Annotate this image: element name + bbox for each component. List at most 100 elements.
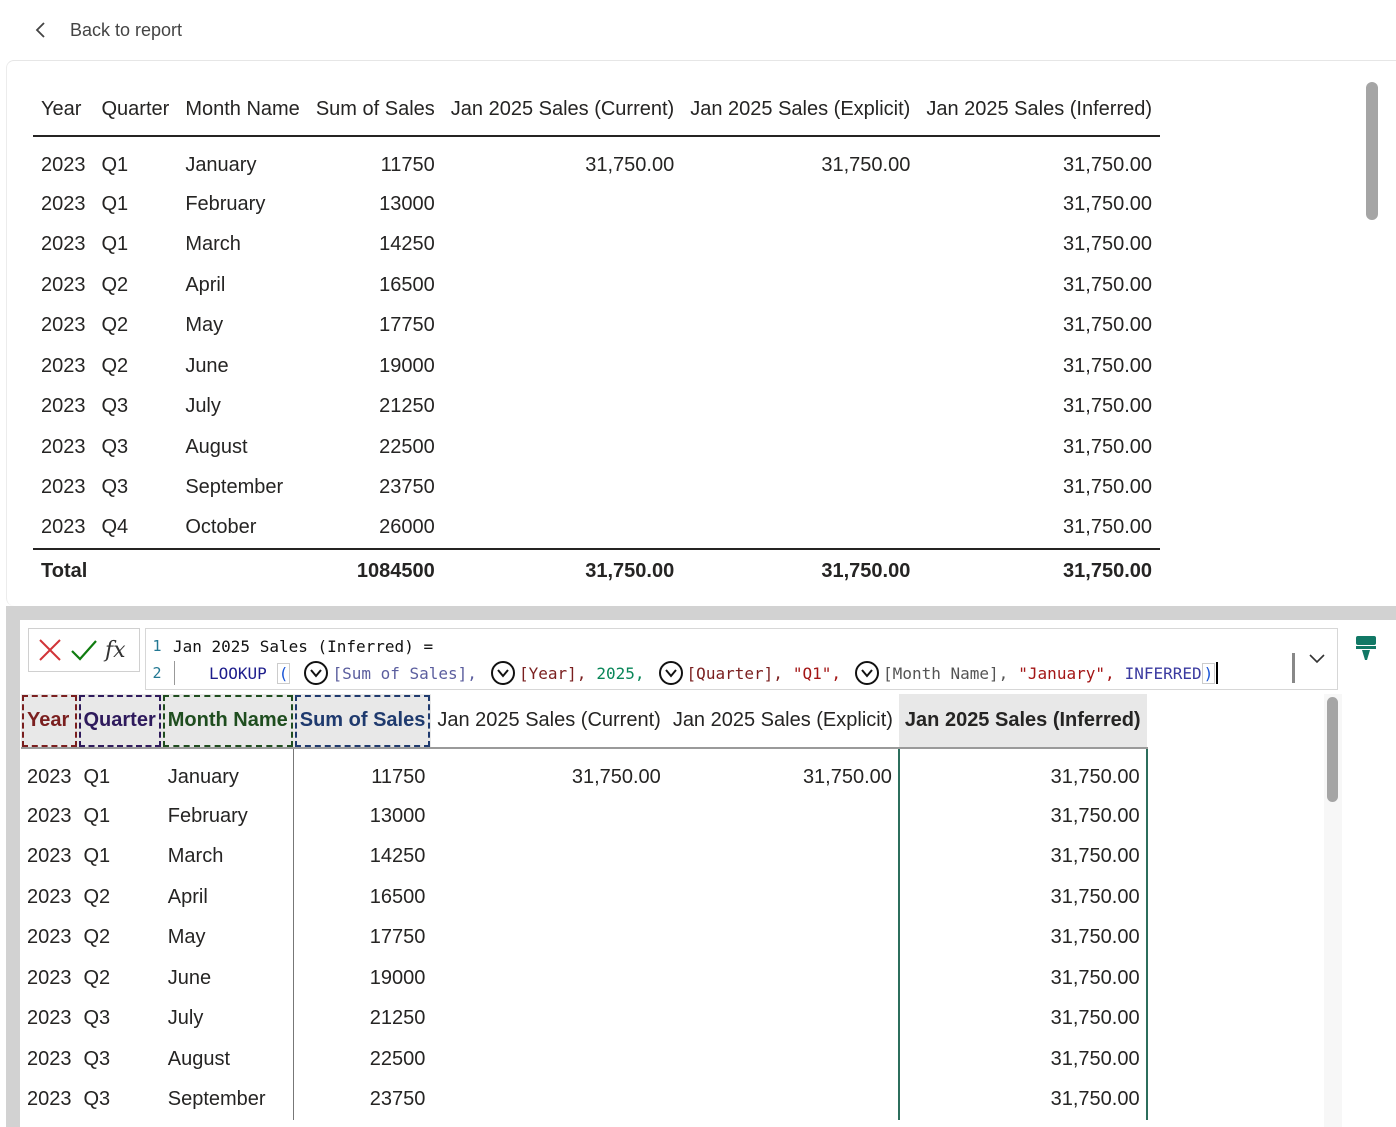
table-cell[interactable]: 31,750.00 [918,184,1160,225]
table-cell[interactable] [667,918,899,959]
table-cell[interactable]: 2023 [33,387,94,428]
table-cell[interactable]: 31,750.00 [897,998,1148,1039]
table-cell[interactable]: 14250 [308,225,443,266]
model-col-header-quarter[interactable]: Quarter [77,694,162,749]
table-cell[interactable] [667,796,899,837]
table-cell[interactable] [682,265,918,306]
table-cell[interactable]: 2023 [33,306,94,347]
table-cell[interactable]: February [177,184,308,225]
table-cell[interactable] [431,796,666,837]
table-cell[interactable]: 22500 [308,427,443,468]
table-cell[interactable]: 16500 [308,265,443,306]
table-cell[interactable]: 31,750.00 [897,877,1148,918]
table-cell[interactable] [682,468,918,509]
table-cell[interactable] [443,468,682,509]
table-cell[interactable]: October [177,508,308,549]
chevron-down-circle-icon[interactable] [304,661,329,685]
col-header-month-name[interactable]: Month Name [177,84,308,137]
table-cell[interactable]: 31,750.00 [918,136,1160,184]
table-cell[interactable] [667,958,899,999]
table-cell[interactable]: 31,750.00 [897,917,1148,958]
model-col-header-month-name[interactable]: Month Name [161,694,294,749]
table-cell[interactable] [431,877,666,918]
expand-formula-button[interactable] [1285,632,1335,688]
table-cell[interactable]: 31,750.00 [897,1039,1148,1080]
fx-icon[interactable]: fx [102,634,134,666]
table-cell[interactable]: 11750 [294,748,432,796]
table-cell[interactable]: Q3 [78,999,162,1040]
table-cell[interactable]: 2023 [21,999,78,1040]
table-cell[interactable]: Q4 [94,508,178,549]
table-cell[interactable]: 2023 [21,748,78,796]
table-cell[interactable]: 13000 [308,184,443,225]
chevron-down-circle-icon[interactable] [658,661,683,685]
table-cell[interactable]: Q1 [78,748,162,796]
table-cell[interactable]: 31,750.00 [918,427,1160,468]
table-cell[interactable] [682,225,918,266]
table-cell[interactable]: 31,750.00 [918,387,1160,428]
model-col-header-sum-of-sales[interactable]: Sum of Sales [293,694,432,749]
table-cell[interactable] [443,427,682,468]
col-header-jan-2025-current[interactable]: Jan 2025 Sales (Current) [442,84,683,137]
paint-brush-icon[interactable] [1352,633,1382,663]
table-cell[interactable] [431,837,666,878]
table-cell[interactable]: 2023 [33,265,94,306]
table-cell[interactable] [443,306,682,347]
table-cell[interactable] [443,508,682,549]
table-cell[interactable]: 31,750.00 [667,748,899,796]
table-cell[interactable]: 2023 [33,508,94,549]
table-cell[interactable]: 31,750.00 [918,225,1160,266]
table-cell[interactable]: Q2 [78,877,162,918]
table-cell[interactable]: June [161,958,295,999]
table-cell[interactable]: 2023 [21,837,78,878]
model-col-header-jan-2025-current[interactable]: Jan 2025 Sales (Current) [431,694,667,749]
table-cell[interactable]: Q3 [78,1080,162,1121]
table-cell[interactable] [443,387,682,428]
back-to-report-link[interactable]: Back to report [30,14,182,46]
table-cell[interactable]: 31,750.00 [918,468,1160,509]
table-cell[interactable]: Q2 [94,306,178,347]
table-cell[interactable] [443,184,682,225]
table-cell[interactable]: Q2 [78,958,162,999]
table-cell[interactable]: April [161,877,295,918]
table-cell[interactable]: 2023 [21,958,78,999]
table-cell[interactable]: Q3 [94,468,178,509]
table-cell[interactable]: 2023 [21,796,78,837]
table-cell[interactable]: 22500 [294,1039,432,1080]
table-cell[interactable]: 2023 [21,918,78,959]
table-cell[interactable]: July [161,998,295,1039]
table-cell[interactable]: July [177,387,308,428]
table-cell[interactable]: 19000 [294,958,432,999]
table-cell[interactable]: 26000 [308,508,443,549]
table-cell[interactable]: 2023 [21,1039,78,1080]
table-cell[interactable]: 2023 [21,1080,78,1121]
table-cell[interactable]: 31,750.00 [897,1079,1148,1120]
table-cell[interactable]: 16500 [294,877,432,918]
table-cell[interactable] [682,508,918,549]
table-cell[interactable]: Q1 [78,837,162,878]
table-cell[interactable]: Q3 [94,387,178,428]
table-cell[interactable]: August [161,1039,295,1080]
col-header-quarter[interactable]: Quarter [93,84,178,137]
table-cell[interactable]: Q3 [94,427,178,468]
model-col-header-jan-2025-inferred[interactable]: Jan 2025 Sales (Inferred) [898,694,1147,749]
table-cell[interactable] [667,1039,899,1080]
table-cell[interactable]: 31,750.00 [682,136,918,184]
chevron-down-circle-icon[interactable] [855,661,880,685]
table-cell[interactable]: January [161,748,295,796]
table-cell[interactable]: March [177,225,308,266]
x-icon[interactable] [34,634,66,666]
table-cell[interactable]: 31,750.00 [918,306,1160,347]
table-cell[interactable] [667,1080,899,1121]
table-cell[interactable]: September [177,468,308,509]
table-cell[interactable]: Q3 [78,1039,162,1080]
table-cell[interactable]: 14250 [294,837,432,878]
table-cell[interactable]: 2023 [33,136,94,184]
table-cell[interactable]: 31,750.00 [443,136,682,184]
table-cell[interactable] [431,1039,666,1080]
table-cell[interactable] [443,346,682,387]
table-cell[interactable]: 2023 [33,184,94,225]
table-cell[interactable]: 2023 [21,877,78,918]
table-cell[interactable]: 31,750.00 [918,265,1160,306]
table-cell[interactable]: 31,750.00 [897,836,1148,877]
